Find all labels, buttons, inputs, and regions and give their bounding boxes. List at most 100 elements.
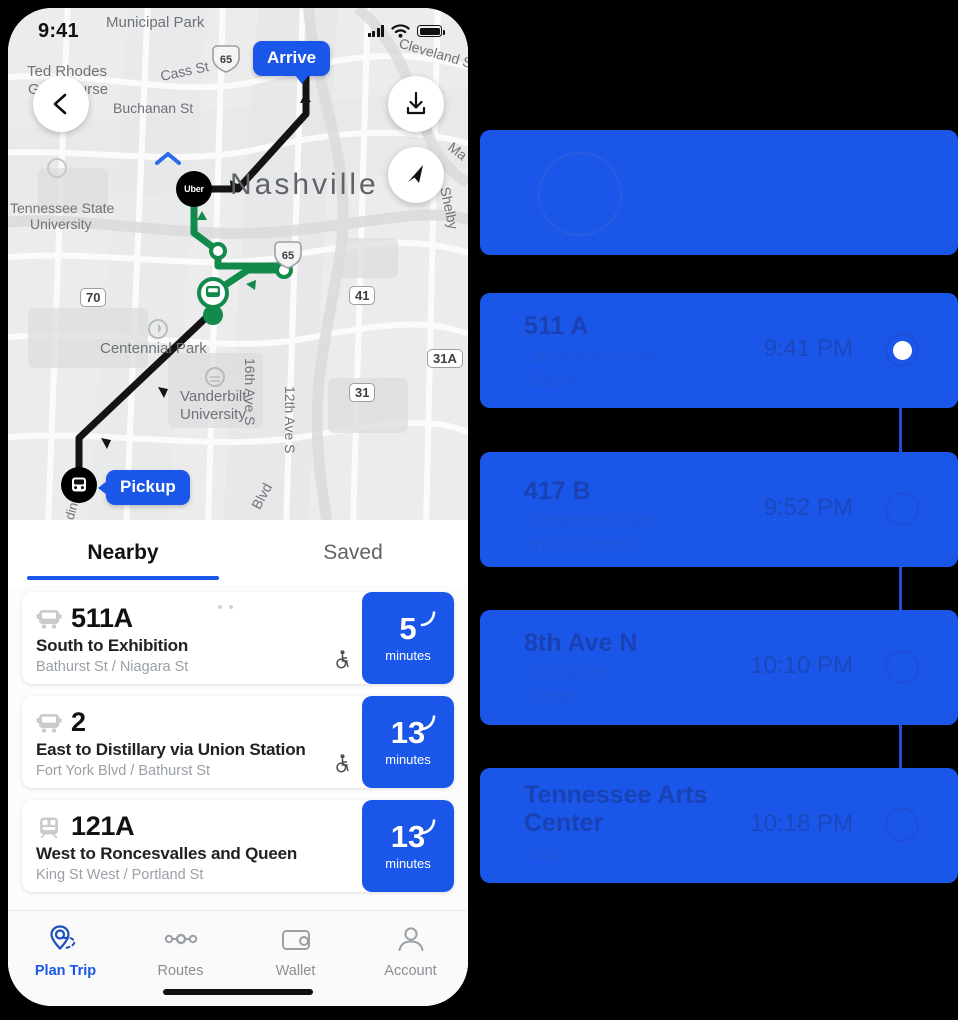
status-icons	[367, 24, 445, 38]
timeline-hero-card[interactable]	[480, 130, 958, 255]
route-destination: West to Roncesvalles and Queen	[36, 844, 298, 863]
live-signal-icon	[420, 610, 437, 632]
sheet-tabs: Nearby Saved	[8, 520, 468, 586]
back-chevron-icon	[53, 93, 67, 115]
timeline-stop[interactable]: 417 B Broadway West and Elliston Pl 9:52…	[480, 452, 958, 567]
timeline-dot[interactable]	[885, 492, 919, 526]
nav-label-plan-trip: Plan Trip	[34, 963, 97, 979]
timeline-stop[interactable]: Tennessee Arts Center Stop 10:18 PM	[480, 768, 958, 883]
pickup-bus-node[interactable]	[61, 467, 97, 503]
status-bar: 9:41	[8, 8, 468, 54]
live-signal-icon	[420, 714, 437, 736]
map-label-city: Nashville	[230, 168, 379, 201]
wheelchair-accessible-icon	[335, 650, 350, 674]
wifi-icon	[391, 24, 410, 38]
timeline-dot[interactable]	[885, 650, 919, 684]
list-item[interactable]: 511A South to Exhibition Bathurst St / N…	[22, 592, 454, 684]
route-nodes-icon	[164, 933, 197, 945]
timeline-stop-time: 9:41 PM	[763, 335, 853, 362]
eta-unit: minutes	[385, 648, 431, 663]
eta-badge[interactable]: 13 minutes	[362, 696, 454, 788]
nav-item-wallet[interactable]: Wallet	[238, 924, 353, 979]
svg-text:65: 65	[220, 54, 232, 66]
nearby-sheet: Nearby Saved 511A South to Exhibition Ba…	[8, 520, 468, 1006]
chevron-up-icon	[154, 150, 182, 171]
route-destination: South to Exhibition	[36, 636, 189, 655]
eta-badge[interactable]: 5 minutes	[362, 592, 454, 684]
eta-unit: minutes	[385, 856, 431, 871]
map-label-centennial-park: Centennial Park	[100, 340, 207, 357]
bus-icon	[36, 713, 62, 732]
map-label-12th-ave-s: 12th Ave S	[282, 386, 298, 454]
svg-text:65: 65	[282, 250, 294, 262]
pickup-marker[interactable]: Pickup	[98, 470, 190, 505]
nav-label-wallet: Wallet	[275, 963, 316, 979]
route-header: 121A	[36, 811, 350, 842]
cellular-signal-icon	[367, 25, 384, 37]
map-label-vanderbilt: Vanderbilt	[180, 388, 247, 405]
eta-badge[interactable]: 13 minutes	[362, 800, 454, 892]
screen-root: 65 65 Nashville Municipal Park Ted Rhode…	[0, 0, 958, 1020]
nav-label-account: Account	[384, 963, 437, 979]
route-info: 121A West to Roncesvalles and Queen King…	[22, 800, 362, 892]
map-shield-70: 70	[80, 288, 107, 307]
drag-handle-dots[interactable]	[218, 605, 233, 609]
home-indicator	[163, 989, 313, 995]
uber-node-marker[interactable]: Uber	[176, 171, 212, 207]
status-time: 9:41	[38, 19, 79, 42]
map-label-16th-ave-s: 16th Ave S	[242, 358, 258, 426]
timeline-stop-time: 10:18 PM	[750, 810, 853, 837]
trip-timeline-panel: 511 A Centennial Park Station 9:41 PM 41…	[472, 0, 958, 1020]
timeline-stop-title: Tennessee Arts Center	[524, 781, 708, 837]
battery-icon	[417, 25, 445, 37]
timeline-stop[interactable]: 8th Ave N at Division Street 10:10 PM	[480, 610, 958, 725]
nav-item-account[interactable]: Account	[353, 924, 468, 979]
person-icon	[398, 927, 423, 951]
map-shield-41: 41	[349, 286, 376, 305]
back-button[interactable]	[33, 76, 89, 132]
route-number: 2	[71, 707, 86, 737]
timeline-stop-subtitle: at Division Street	[524, 663, 612, 708]
tab-saved[interactable]: Saved	[238, 520, 468, 586]
route-stop: King St West / Portland St	[36, 867, 204, 883]
map-label-tennessee-state: Tennessee State	[10, 200, 115, 216]
navigation-arrow-icon	[408, 165, 423, 183]
wallet-icon	[281, 930, 310, 950]
route-stop: Bathurst St / Niagara St	[36, 659, 189, 675]
map-pin-route-icon	[49, 925, 75, 951]
nav-item-routes[interactable]: Routes	[123, 924, 238, 979]
bottom-navigation: Plan Trip Routes Wallet Account	[8, 910, 468, 1006]
list-item[interactable]: 121A West to Roncesvalles and Queen King…	[22, 800, 454, 892]
timeline-stop-subtitle: Centennial Park Station	[524, 346, 660, 391]
timeline-dot-current[interactable]	[885, 333, 919, 367]
circle-outline-icon	[538, 152, 622, 236]
live-signal-icon	[420, 818, 437, 840]
timeline-stop-title: 8th Ave N	[524, 629, 638, 657]
timeline-stop-title: 511 A	[524, 312, 589, 340]
nav-item-plan-trip[interactable]: Plan Trip	[8, 924, 123, 979]
download-button[interactable]	[388, 76, 444, 132]
timeline-stop-subtitle: Broadway West and Elliston Pl	[524, 511, 657, 556]
timeline-stop[interactable]: 511 A Centennial Park Station 9:41 PM	[480, 293, 958, 408]
map-shield-31: 31	[349, 383, 376, 402]
wheelchair-accessible-icon	[335, 754, 350, 778]
locate-me-button[interactable]	[388, 147, 444, 203]
bus-icon	[36, 609, 62, 628]
route-number: 121A	[71, 811, 135, 841]
route-list: 511A South to Exhibition Bathurst St / N…	[8, 586, 468, 892]
route-info: 2 East to Distillary via Union Station F…	[22, 696, 362, 788]
map-label-university-2: University	[180, 406, 246, 423]
timeline-stop-subtitle: Stop	[524, 843, 564, 864]
eta-unit: minutes	[385, 752, 431, 767]
train-icon	[40, 817, 58, 838]
timeline-stop-title: 417 B	[524, 477, 591, 505]
timeline-stop-time: 10:10 PM	[750, 652, 853, 679]
route-header: 2	[36, 707, 350, 738]
tab-nearby[interactable]: Nearby	[8, 520, 238, 586]
timeline-dot[interactable]	[885, 808, 919, 842]
list-item[interactable]: 2 East to Distillary via Union Station F…	[22, 696, 454, 788]
route-header: 511A	[36, 603, 350, 634]
bus-icon	[72, 477, 86, 492]
map-view[interactable]: 65 65 Nashville Municipal Park Ted Rhode…	[8, 8, 468, 520]
map-shield-31a: 31A	[427, 349, 463, 368]
